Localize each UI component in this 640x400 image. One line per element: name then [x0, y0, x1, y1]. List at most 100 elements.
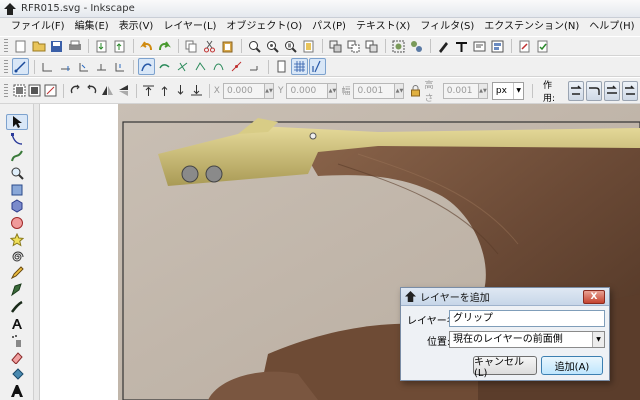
- pencil-tool[interactable]: [6, 266, 28, 282]
- new-document-button[interactable]: [12, 38, 29, 55]
- preferences-button[interactable]: [516, 38, 533, 55]
- lower-to-bottom-button[interactable]: [189, 82, 204, 99]
- snap-midpoints-button[interactable]: [228, 58, 245, 75]
- menu-view[interactable]: 表示(V): [114, 18, 159, 36]
- transform-patterns-button[interactable]: [621, 80, 638, 101]
- tweak-tool[interactable]: [6, 148, 28, 164]
- snap-grid-button[interactable]: [291, 58, 308, 75]
- deselect-button[interactable]: [43, 82, 58, 99]
- rotate-ccw-button[interactable]: [68, 82, 83, 99]
- rectangle-tool[interactable]: [6, 182, 28, 198]
- menu-layer[interactable]: レイヤー(L): [158, 18, 221, 36]
- text-font-button[interactable]: [453, 38, 470, 55]
- snap-cusp-nodes-button[interactable]: [192, 58, 209, 75]
- menu-text[interactable]: テキスト(X): [351, 18, 415, 36]
- flip-vertical-button[interactable]: [116, 82, 131, 99]
- import-button[interactable]: [93, 38, 110, 55]
- zoom-selection-button[interactable]: [246, 38, 263, 55]
- enable-snapping-button[interactable]: [12, 58, 29, 75]
- clone-button[interactable]: [345, 38, 362, 55]
- document-properties-button[interactable]: [534, 38, 551, 55]
- height-spinner[interactable]: ▲▼: [479, 82, 488, 99]
- menu-edit[interactable]: 編集(E): [70, 18, 114, 36]
- height-input[interactable]: 0.001: [442, 82, 480, 99]
- lower-button[interactable]: [173, 82, 188, 99]
- node-tool[interactable]: [6, 131, 28, 147]
- select-all-layers-button[interactable]: [27, 82, 42, 99]
- export-button[interactable]: [111, 38, 128, 55]
- menu-extensions[interactable]: エクステンション(N): [479, 18, 584, 36]
- lock-proportions-button[interactable]: [408, 82, 423, 99]
- snap-page-border-button[interactable]: [273, 58, 290, 75]
- unit-select[interactable]: px ▼: [491, 81, 525, 100]
- cut-button[interactable]: [201, 38, 218, 55]
- snap-guides-button[interactable]: [309, 58, 326, 75]
- group-button[interactable]: [390, 38, 407, 55]
- dialog-close-button[interactable]: X: [583, 290, 605, 304]
- copy-button[interactable]: [183, 38, 200, 55]
- snap-bbox-button[interactable]: [39, 58, 56, 75]
- toolbar-grip[interactable]: [4, 39, 8, 53]
- undo-button[interactable]: [138, 38, 155, 55]
- paint-bucket-tool[interactable]: [6, 366, 28, 382]
- add-button[interactable]: 追加(A): [541, 356, 603, 375]
- snap-paths-button[interactable]: [156, 58, 173, 75]
- snap-centers-button[interactable]: [246, 58, 263, 75]
- raise-button[interactable]: [157, 82, 172, 99]
- flip-horizontal-button[interactable]: [100, 82, 115, 99]
- spray-tool[interactable]: [6, 333, 28, 349]
- zoom-drawing-button[interactable]: [264, 38, 281, 55]
- calligraphy-tool[interactable]: [6, 299, 28, 315]
- ungroup-button[interactable]: [408, 38, 425, 55]
- zoom-width-button[interactable]: [300, 38, 317, 55]
- width-spinner[interactable]: ▲▼: [395, 82, 405, 99]
- open-button[interactable]: [30, 38, 47, 55]
- rotate-cw-button[interactable]: [84, 82, 99, 99]
- print-button[interactable]: [66, 38, 83, 55]
- snap-nodes-button[interactable]: [138, 58, 155, 75]
- unlink-clone-button[interactable]: [363, 38, 380, 55]
- scale-stroke-button[interactable]: [567, 80, 584, 101]
- y-spinner[interactable]: ▲▼: [328, 82, 338, 99]
- paste-button[interactable]: [219, 38, 236, 55]
- zoom-page-button[interactable]: [282, 38, 299, 55]
- snap-smooth-nodes-button[interactable]: [210, 58, 227, 75]
- redo-button[interactable]: [156, 38, 173, 55]
- menu-object[interactable]: オブジェクト(O): [221, 18, 307, 36]
- star-tool[interactable]: [6, 232, 28, 248]
- cancel-button[interactable]: キャンセル(L): [473, 356, 537, 379]
- layer-name-input[interactable]: グリップ: [449, 310, 605, 327]
- align-distribute-button[interactable]: [489, 38, 506, 55]
- fill-stroke-button[interactable]: [435, 38, 452, 55]
- menu-filters[interactable]: フィルタ(S): [415, 18, 479, 36]
- menu-path[interactable]: パス(P): [307, 18, 351, 36]
- selector-tool[interactable]: [5, 114, 28, 131]
- xml-editor-button[interactable]: [471, 38, 488, 55]
- toolbar-grip[interactable]: [4, 59, 8, 74]
- text-tool-2[interactable]: [6, 383, 28, 399]
- ellipse-tool[interactable]: [6, 215, 28, 231]
- position-select[interactable]: 現在のレイヤーの前面側 ▼: [449, 331, 605, 348]
- menu-help[interactable]: ヘルプ(H): [584, 18, 639, 36]
- y-input[interactable]: 0.000: [286, 82, 329, 99]
- pen-tool[interactable]: [6, 282, 28, 298]
- text-tool[interactable]: [6, 316, 28, 332]
- snap-bbox-edges-button[interactable]: [57, 58, 74, 75]
- duplicate-button[interactable]: [327, 38, 344, 55]
- snap-intersections-button[interactable]: [174, 58, 191, 75]
- 3d-box-tool[interactable]: [6, 198, 28, 214]
- width-input[interactable]: 0.001: [353, 82, 396, 99]
- transform-gradients-button[interactable]: [603, 80, 620, 101]
- x-spinner[interactable]: ▲▼: [264, 82, 274, 99]
- zoom-tool[interactable]: [6, 165, 28, 181]
- snap-bbox-centers-button[interactable]: [111, 58, 128, 75]
- scale-corners-button[interactable]: [585, 80, 602, 101]
- dialog-titlebar[interactable]: レイヤーを追加: [401, 288, 609, 306]
- snap-bbox-corners-button[interactable]: [75, 58, 92, 75]
- menu-file[interactable]: ファイル(F): [6, 18, 70, 36]
- select-all-button[interactable]: [12, 82, 27, 99]
- spiral-tool[interactable]: [6, 249, 28, 265]
- save-button[interactable]: [48, 38, 65, 55]
- x-input[interactable]: 0.000: [222, 82, 265, 99]
- toolbar-grip[interactable]: [4, 83, 8, 98]
